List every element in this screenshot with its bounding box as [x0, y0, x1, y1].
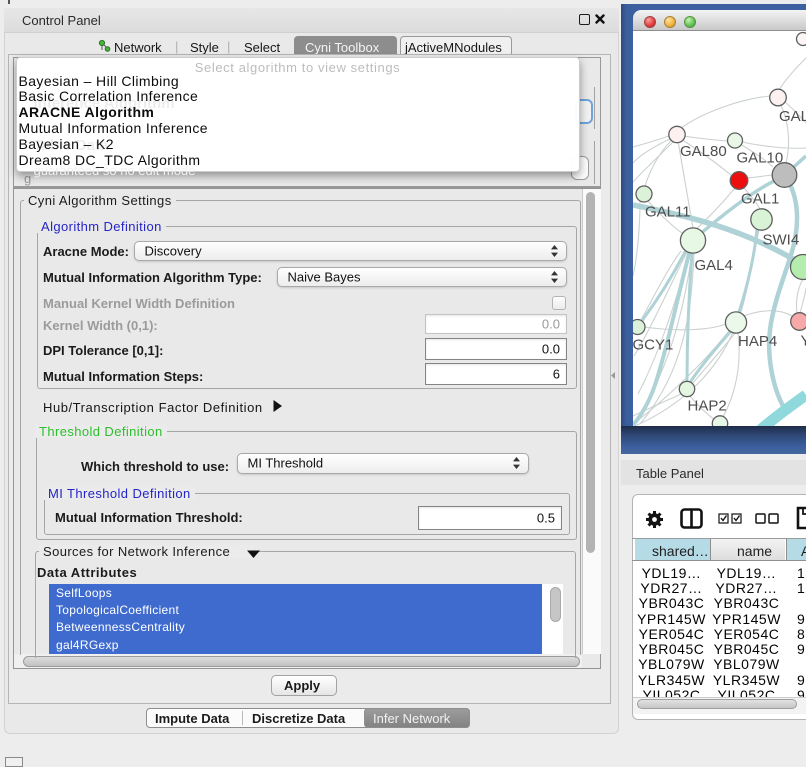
- svg-text:GAL10: GAL10: [737, 150, 784, 167]
- svg-text:GAL4: GAL4: [695, 257, 733, 274]
- svg-text:HAP2: HAP2: [688, 398, 727, 415]
- svg-text:YM: YM: [801, 333, 806, 350]
- svg-text:GAL80: GAL80: [680, 143, 727, 160]
- svg-text:GAL7: GAL7: [779, 108, 806, 125]
- svg-text:GAL11: GAL11: [645, 204, 691, 221]
- svg-text:GCY1: GCY1: [633, 337, 673, 354]
- svg-text:SWI4: SWI4: [763, 232, 800, 249]
- svg-text:HAP4: HAP4: [738, 333, 777, 350]
- svg-text:GAL1: GAL1: [741, 191, 779, 208]
